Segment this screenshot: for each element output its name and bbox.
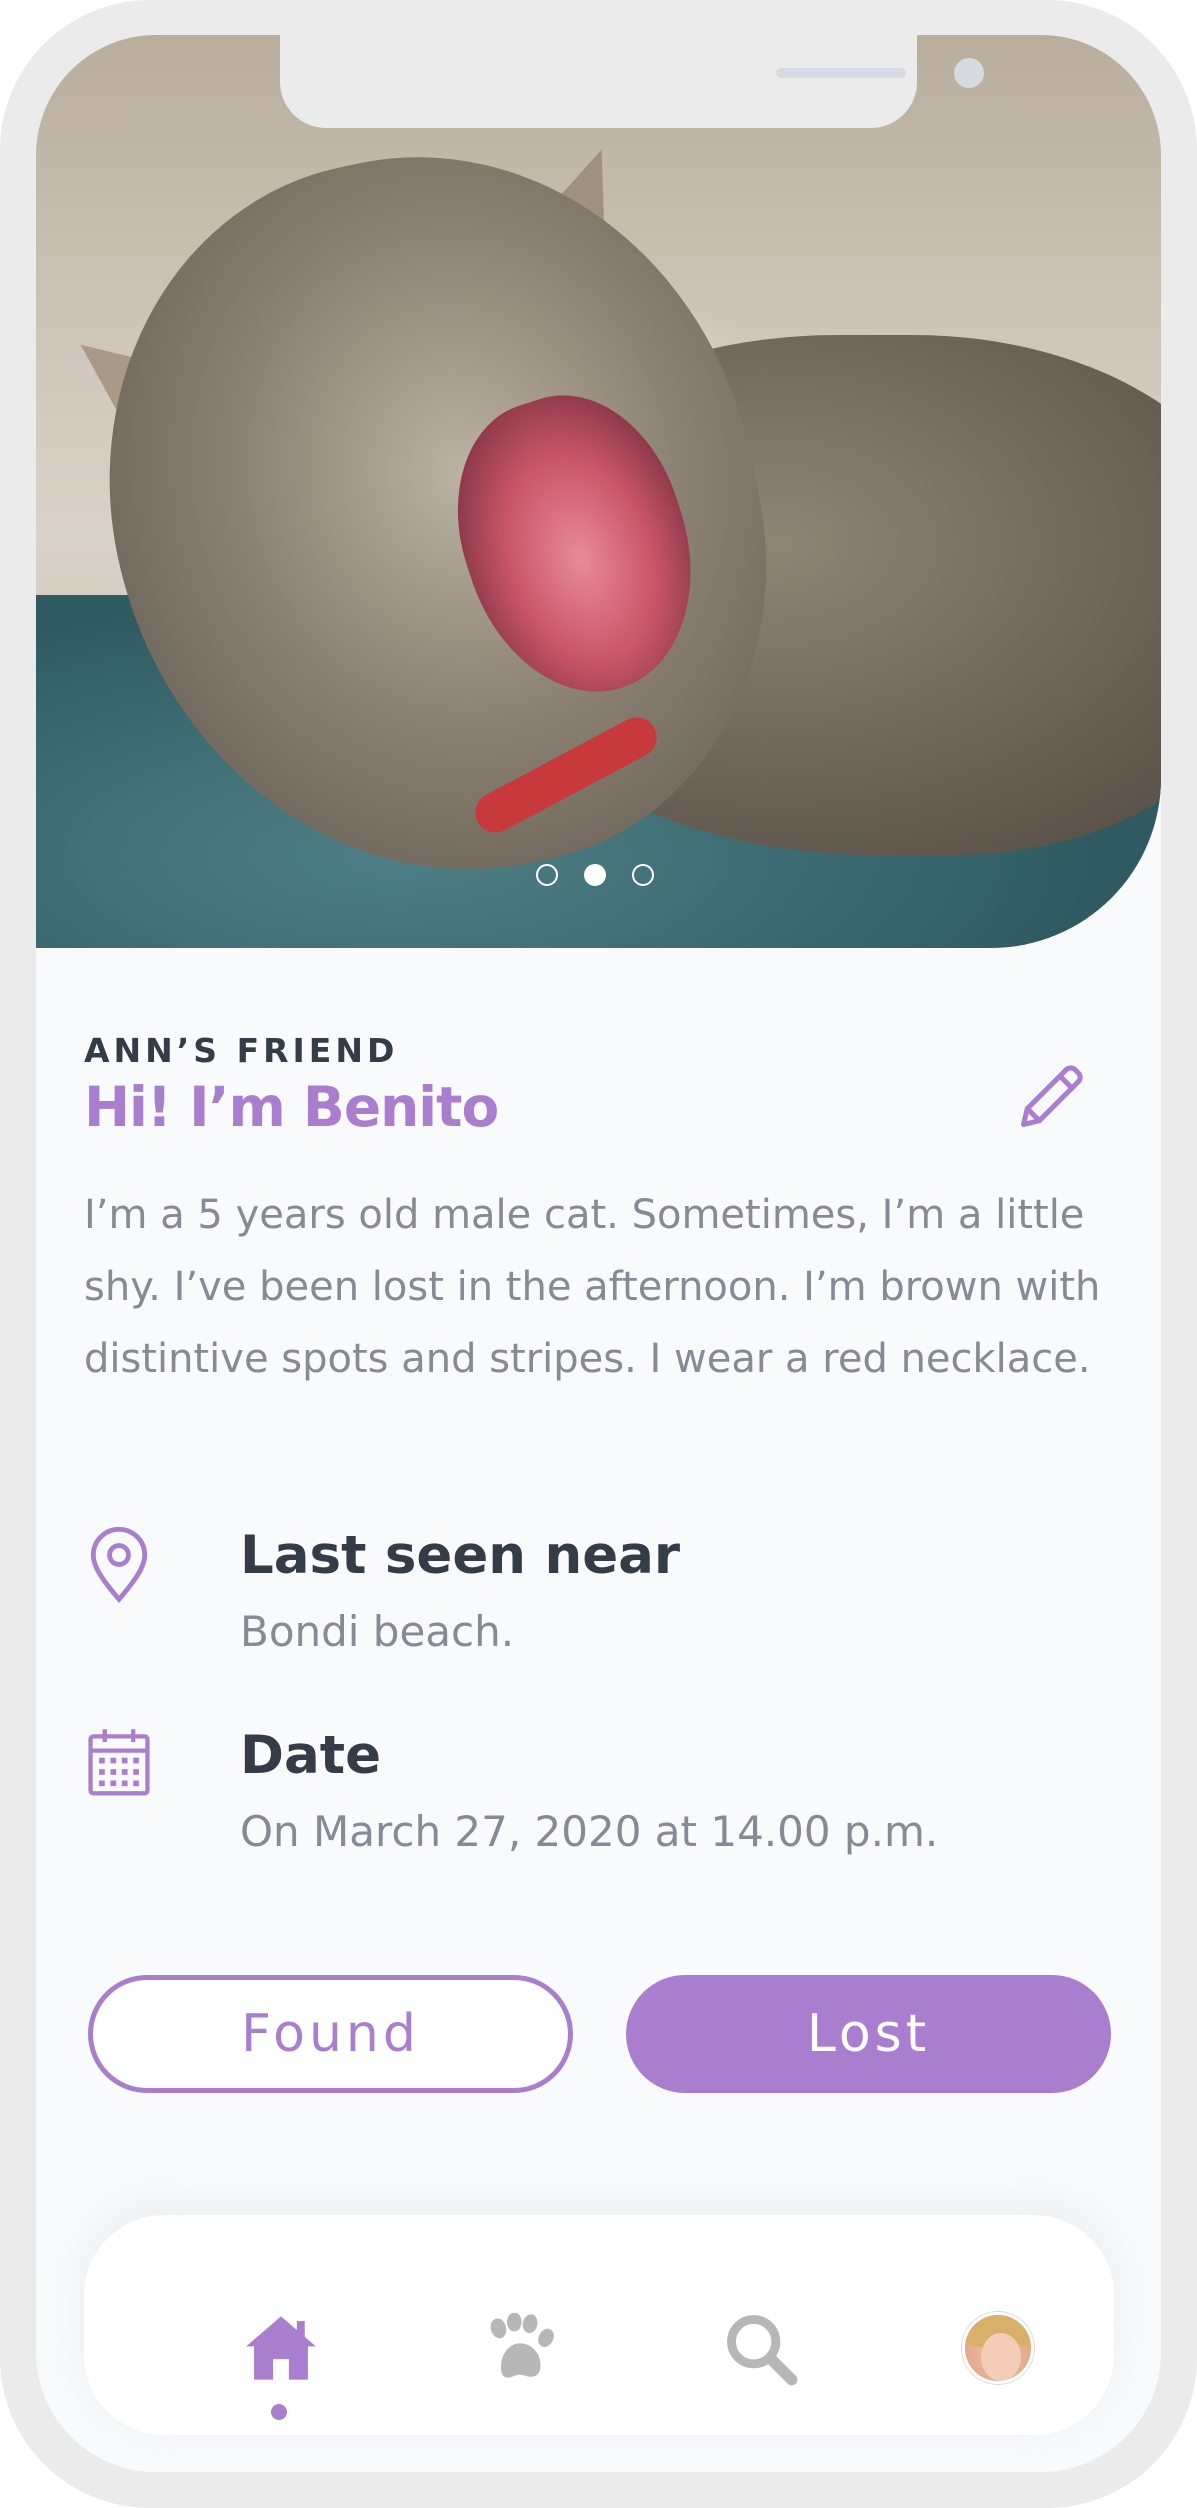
device-notch	[280, 35, 984, 128]
found-button[interactable]: Found	[88, 1975, 573, 2093]
bottom-navigation	[84, 2215, 1114, 2435]
owner-label: ANN’S FRIEND	[84, 1031, 399, 1070]
avatar	[962, 2312, 1034, 2384]
pet-photo[interactable]	[36, 35, 1161, 948]
screen: ANN’S FRIEND Hi! I’m Benito I’m a 5 year…	[36, 35, 1161, 2472]
search-icon	[727, 2315, 798, 2386]
carousel-dot[interactable]	[536, 864, 558, 886]
avatar-face	[981, 2333, 1021, 2381]
lost-button[interactable]: Lost	[626, 1975, 1111, 2093]
nav-profile[interactable]	[953, 2303, 1043, 2393]
front-camera	[954, 58, 984, 88]
carousel-dot[interactable]	[632, 864, 654, 886]
date-value: On March 27, 2020 at 14.00 p.m.	[240, 1807, 939, 1856]
edit-button[interactable]	[1011, 1055, 1093, 1137]
pencil-icon	[1020, 1065, 1083, 1128]
pet-title: Hi! I’m Benito	[84, 1075, 499, 1139]
pet-description: I’m a 5 years old male cat. Sometimes, I…	[84, 1192, 1101, 1382]
calendar-icon	[84, 1725, 154, 1805]
carousel-dot-active[interactable]	[584, 864, 606, 886]
date-heading: Date	[240, 1725, 382, 1786]
speaker-grille	[776, 68, 906, 78]
nav-search[interactable]	[715, 2303, 805, 2393]
active-tab-indicator	[271, 2404, 287, 2420]
paw-icon	[490, 2313, 554, 2378]
last-seen-value: Bondi beach.	[240, 1607, 515, 1656]
home-icon	[246, 2316, 316, 2380]
phone-frame: ANN’S FRIEND Hi! I’m Benito I’m a 5 year…	[0, 0, 1197, 2508]
nav-pets[interactable]	[475, 2303, 565, 2393]
last-seen-heading: Last seen near	[240, 1525, 681, 1586]
nav-home[interactable]	[236, 2303, 326, 2393]
carousel-indicator	[536, 864, 654, 886]
location-pin-icon	[84, 1525, 154, 1605]
